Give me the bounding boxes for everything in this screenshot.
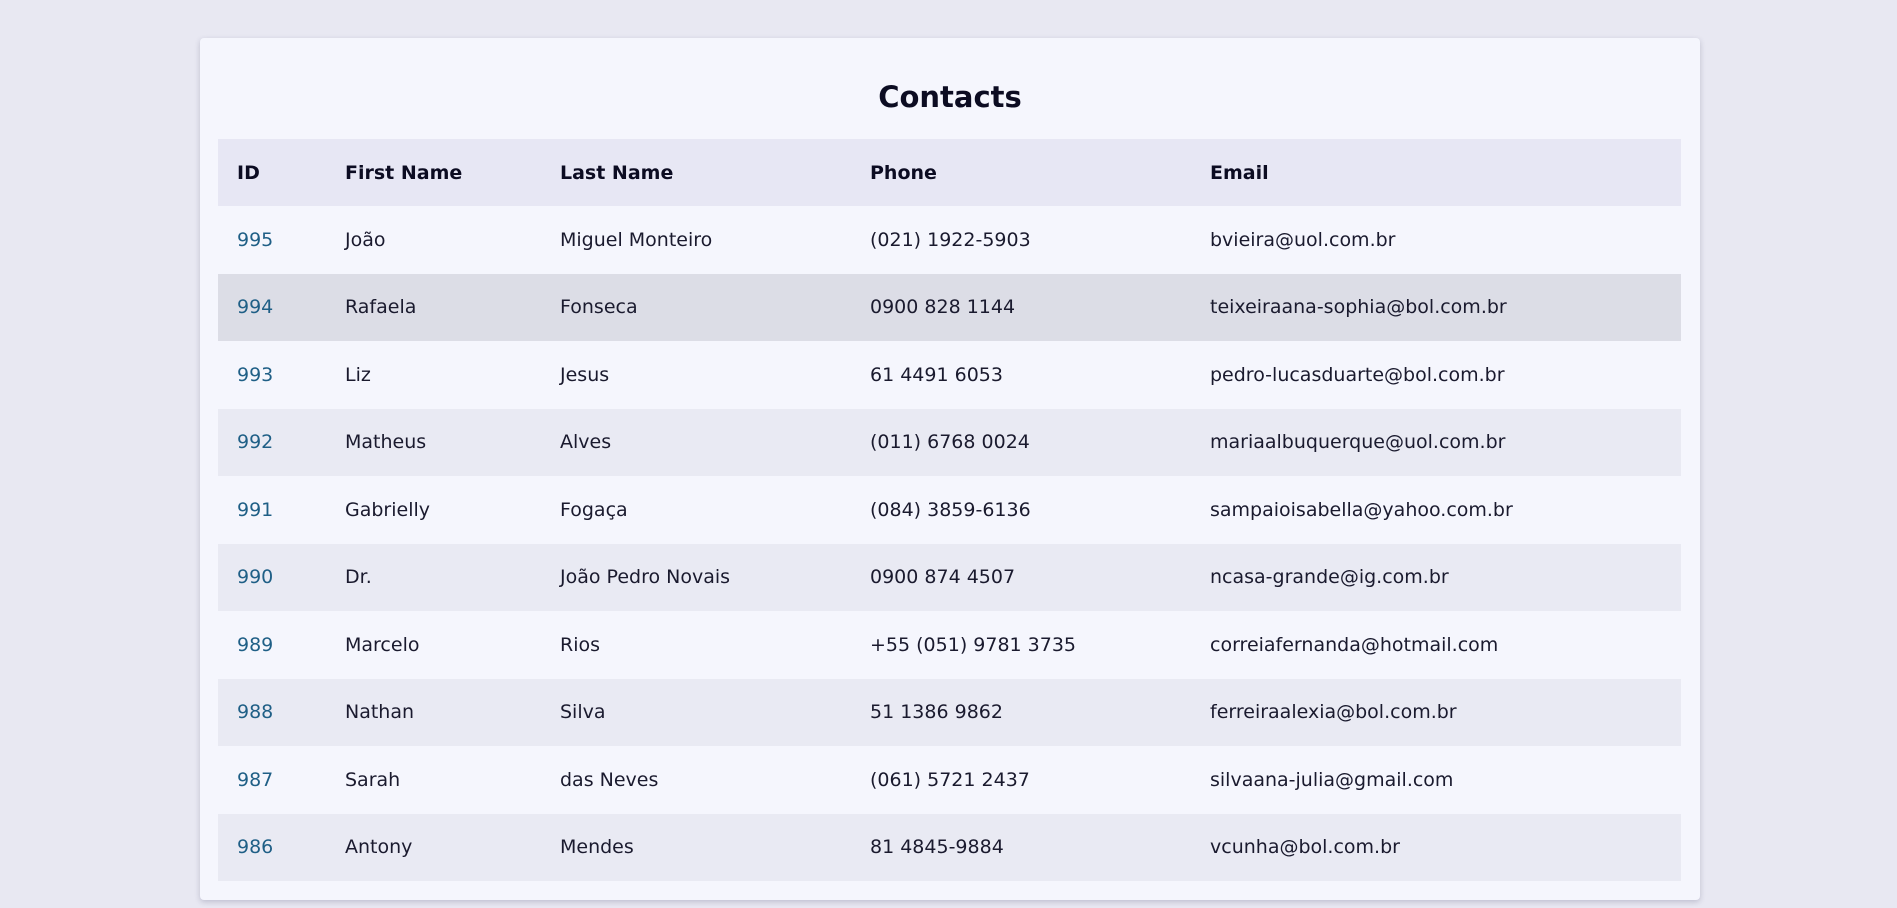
last-name-cell: Fonseca (560, 296, 638, 319)
table-row[interactable]: 988 Nathan Silva 51 1386 9862 ferreiraal… (218, 678, 1681, 746)
phone-cell: 61 4491 6053 (870, 363, 1003, 386)
first-name-cell: Nathan (345, 701, 415, 724)
phone-cell: 81 4845-9884 (870, 836, 1004, 859)
first-name-cell: Rafaela (345, 296, 417, 319)
email-cell: pedro-lucasduarte@bol.com.br (1210, 363, 1505, 386)
first-name-cell: Matheus (345, 431, 427, 454)
table-row[interactable]: 995 João Miguel Monteiro (021) 1922-5903… (218, 206, 1681, 274)
table-row[interactable]: 987 Sarah das Neves (061) 5721 2437 silv… (218, 746, 1681, 814)
email-cell: teixeiraana-sophia@bol.com.br (1210, 296, 1507, 319)
email-cell: vcunha@bol.com.br (1210, 836, 1400, 859)
email-cell: bvieira@uol.com.br (1210, 228, 1396, 251)
contacts-card: Contacts ID First Name Last Name Phone E… (200, 38, 1700, 900)
contact-id-link[interactable]: 986 (237, 836, 273, 858)
first-name-cell: Liz (345, 363, 371, 386)
column-header-first-name: First Name (345, 161, 463, 184)
phone-cell: (061) 5721 2437 (870, 768, 1030, 791)
table-row[interactable]: 993 Liz Jesus 61 4491 6053 pedro-lucasdu… (218, 341, 1681, 409)
email-cell: ncasa-grande@ig.com.br (1210, 566, 1449, 589)
page-title: Contacts (878, 80, 1022, 114)
contact-id-link[interactable]: 993 (237, 364, 273, 386)
contact-id-link[interactable]: 988 (237, 701, 273, 723)
email-cell: silvaana-julia@gmail.com (1210, 768, 1454, 791)
last-name-cell: das Neves (560, 768, 659, 791)
table-header-row: ID First Name Last Name Phone Email (218, 139, 1681, 206)
first-name-cell: Gabrielly (345, 498, 431, 521)
last-name-cell: João Pedro Novais (560, 566, 731, 589)
table-row[interactable]: 990 Dr. João Pedro Novais 0900 874 4507 … (218, 543, 1681, 611)
phone-cell: (084) 3859-6136 (870, 498, 1031, 521)
table-row[interactable]: 989 Marcelo Rios +55 (051) 9781 3735 cor… (218, 611, 1681, 679)
contact-id-link[interactable]: 995 (237, 229, 273, 251)
first-name-cell: Antony (345, 836, 413, 859)
column-header-id: ID (237, 161, 260, 184)
contact-id-link[interactable]: 987 (237, 769, 273, 791)
phone-cell: 51 1386 9862 (870, 701, 1003, 724)
last-name-cell: Silva (560, 701, 606, 724)
contact-id-link[interactable]: 990 (237, 566, 273, 588)
last-name-cell: Rios (560, 633, 601, 656)
contact-id-link[interactable]: 994 (237, 296, 273, 318)
first-name-cell: Sarah (345, 768, 401, 791)
first-name-cell: Dr. (345, 566, 372, 589)
phone-cell: (011) 6768 0024 (870, 431, 1030, 454)
email-cell: ferreiraalexia@bol.com.br (1210, 701, 1457, 724)
phone-cell: (021) 1922-5903 (870, 228, 1031, 251)
last-name-cell: Mendes (560, 836, 634, 859)
contact-id-link[interactable]: 991 (237, 499, 273, 521)
last-name-cell: Alves (560, 431, 612, 454)
phone-cell: 0900 828 1144 (870, 296, 1016, 319)
contact-id-link[interactable]: 992 (237, 431, 273, 453)
email-cell: correiafernanda@hotmail.com (1210, 633, 1499, 656)
last-name-cell: Miguel Monteiro (560, 228, 713, 251)
contact-id-link[interactable]: 989 (237, 634, 273, 656)
email-cell: sampaioisabella@yahoo.com.br (1210, 498, 1513, 521)
contacts-table: ID First Name Last Name Phone Email 995 … (218, 139, 1681, 881)
table-row[interactable]: 992 Matheus Alves (011) 6768 0024 mariaa… (218, 408, 1681, 476)
email-cell: mariaalbuquerque@uol.com.br (1210, 431, 1506, 454)
table-row[interactable]: 986 Antony Mendes 81 4845-9884 vcunha@bo… (218, 813, 1681, 881)
last-name-cell: Fogaça (560, 498, 628, 521)
phone-cell: 0900 874 4507 (870, 566, 1016, 589)
first-name-cell: Marcelo (345, 633, 420, 656)
phone-cell: +55 (051) 9781 3735 (870, 633, 1077, 656)
table-row[interactable]: 991 Gabrielly Fogaça (084) 3859-6136 sam… (218, 476, 1681, 544)
first-name-cell: João (345, 228, 386, 251)
table-row[interactable]: 994 Rafaela Fonseca 0900 828 1144 teixei… (218, 273, 1681, 341)
column-header-email: Email (1210, 161, 1269, 184)
last-name-cell: Jesus (560, 363, 610, 386)
column-header-last-name: Last Name (560, 161, 674, 184)
column-header-phone: Phone (870, 161, 937, 184)
